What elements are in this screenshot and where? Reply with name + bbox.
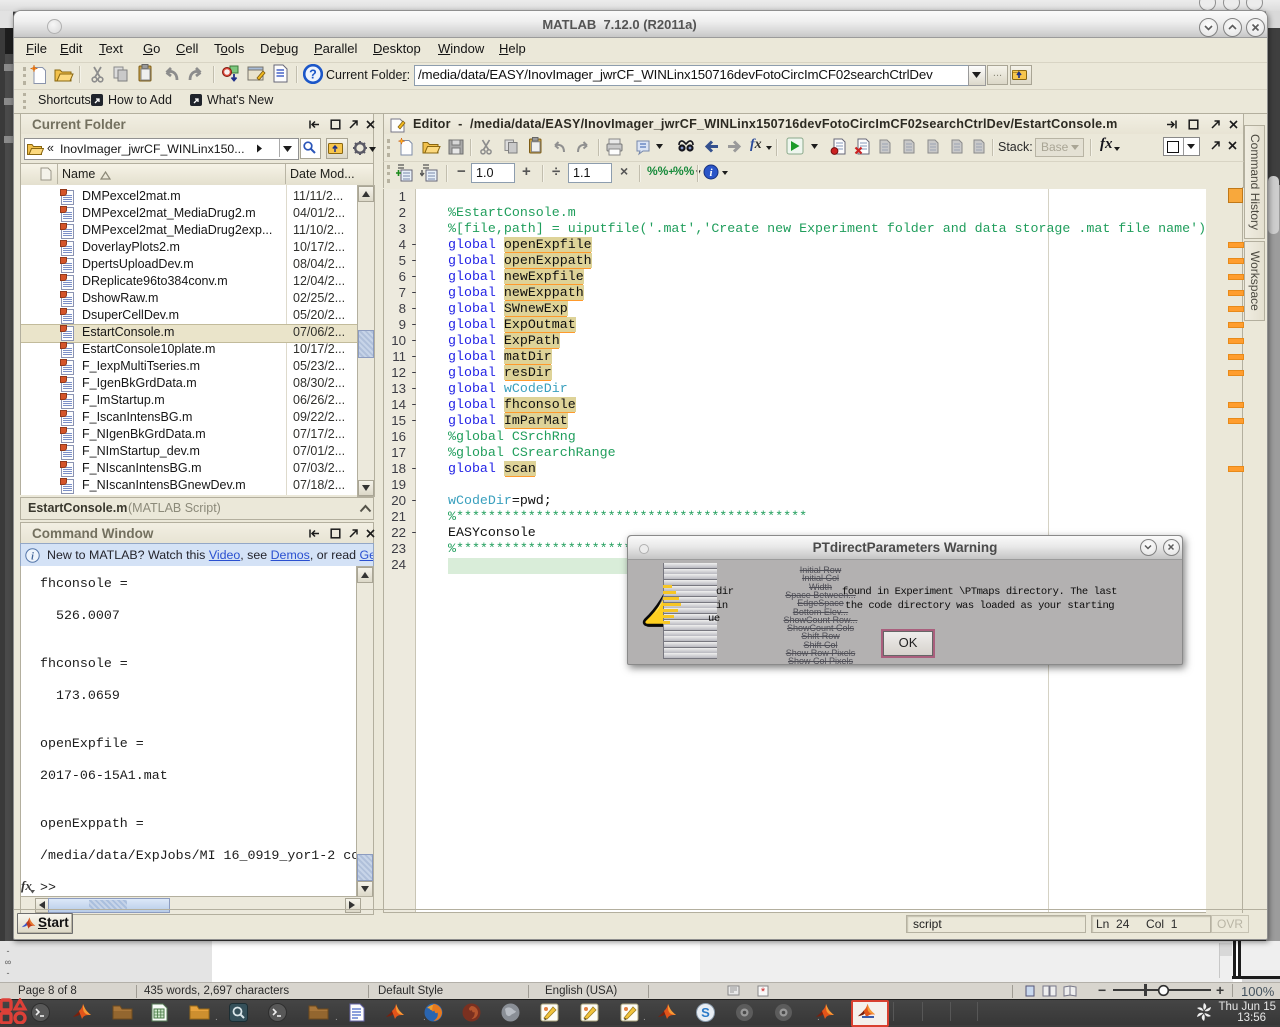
svg-text:S: S <box>701 1005 710 1020</box>
svg-text:i: i <box>31 552 34 563</box>
svg-text:*: * <box>761 986 766 997</box>
svg-text:?: ? <box>309 68 317 82</box>
